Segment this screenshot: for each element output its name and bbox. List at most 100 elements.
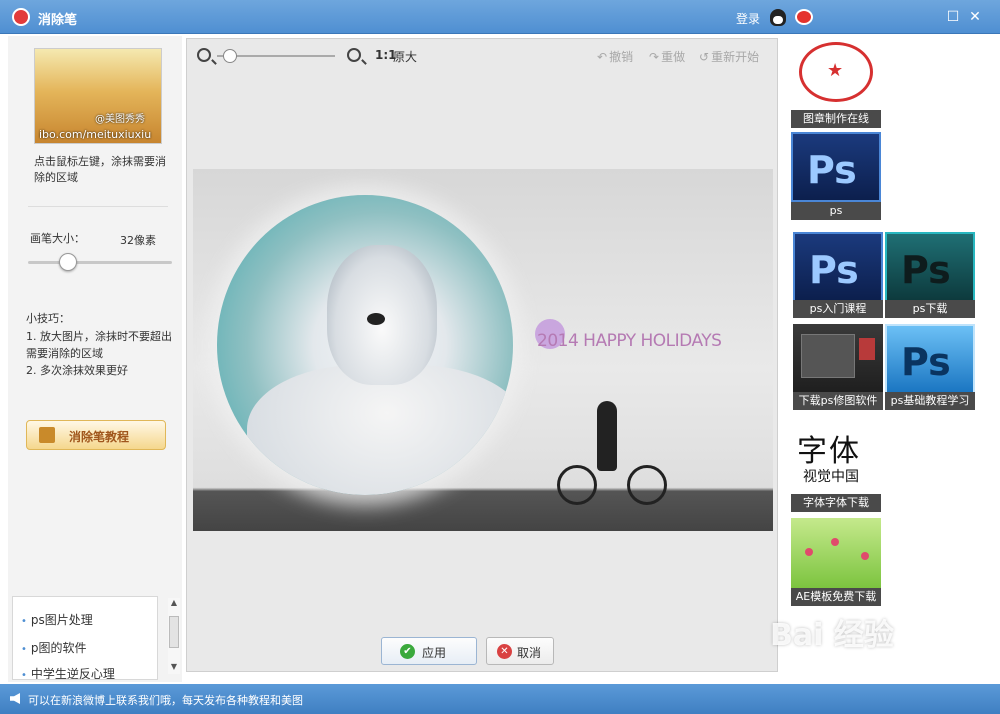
ps-logo-text: Ps bbox=[809, 248, 859, 292]
redo-icon: ↷ bbox=[649, 50, 660, 64]
tile-caption: AE模板免费下载 bbox=[791, 588, 881, 606]
maximize-icon: ☐ bbox=[946, 9, 960, 25]
holiday-text: 2014 HAPPY HOLIDAYS bbox=[537, 331, 722, 351]
tip-item: 2. 多次涂抹效果更好 bbox=[26, 364, 128, 377]
tile-ps-intro-course[interactable]: Ps ps入门课程 bbox=[793, 232, 883, 318]
apply-label: 应用 bbox=[422, 646, 447, 660]
editor-area: 1:1 原大 ↶ 撤销 ↷ 重做 ↺ 重新开始 2014 HAPPY HOLIDAYS… bbox=[186, 38, 778, 672]
ps-logo-text: Ps bbox=[901, 248, 951, 292]
divider bbox=[28, 206, 168, 207]
related-link[interactable]: p图的软件 bbox=[21, 639, 87, 656]
brush-size-label: 画笔大小： bbox=[30, 232, 85, 245]
recommendation-panel: ★ 图章制作在线 Ps ps Ps ps入门课程 Ps ps下载 下载ps修图软… bbox=[787, 36, 979, 682]
close-icon: ✕ bbox=[969, 9, 981, 25]
tile-caption: ps下载 bbox=[885, 300, 975, 318]
scrollbar-thumb[interactable] bbox=[169, 616, 179, 648]
font-sample-subtext: 视觉中国 bbox=[803, 469, 859, 485]
ae-template-thumbnail bbox=[791, 518, 881, 588]
tile-caption: ps基础教程学习 bbox=[885, 392, 975, 410]
preview-thumbnail: @美图秀秀 ibo.com/meituxiuxiu bbox=[34, 48, 162, 144]
usage-hint: 点击鼠标左键，涂抹需要消除的区域 bbox=[34, 155, 166, 184]
font-sample-text: 字体 bbox=[797, 434, 861, 469]
undo-label: 撤销 bbox=[609, 50, 634, 64]
tile-caption: 字体字体下载 bbox=[791, 494, 881, 512]
left-panel: @美图秀秀 ibo.com/meituxiuxiu 点击鼠标左键，涂抹需要消除的… bbox=[8, 36, 182, 682]
login-link[interactable]: 登录 bbox=[736, 10, 760, 27]
scroll-up-icon[interactable]: ▲ bbox=[168, 598, 180, 607]
reset-icon: ↺ bbox=[699, 50, 710, 64]
related-link[interactable]: ps图片处理 bbox=[21, 611, 93, 628]
tile-caption: 图章制作在线 bbox=[791, 110, 881, 128]
check-icon: ✔ bbox=[400, 644, 415, 659]
links-scrollbar[interactable]: ▲ ▼ bbox=[168, 598, 180, 674]
tip-item: 1. 放大图片，涂抹时不要超出需要消除的区域 bbox=[26, 330, 172, 360]
flower-icon bbox=[831, 538, 839, 546]
bike-wheel bbox=[557, 465, 597, 505]
cancel-label: 取消 bbox=[517, 646, 542, 660]
font-sample-thumbnail: 字体 视觉中国 bbox=[791, 424, 881, 494]
undo-button[interactable]: ↶ 撤销 bbox=[597, 48, 633, 65]
tile-ae-template[interactable]: AE模板免费下载 bbox=[791, 518, 881, 606]
ps-logo-text: Ps bbox=[807, 148, 857, 192]
tips-list: 1. 放大图片，涂抹时不要超出需要消除的区域 2. 多次涂抹效果更好 bbox=[26, 328, 176, 379]
baidu-watermark: Bai 经验 bbox=[770, 618, 894, 653]
software-color-swatch bbox=[859, 338, 875, 360]
thumbnail-watermark-handle: @美图秀秀 bbox=[95, 114, 145, 125]
tile-caption: 下载ps修图软件 bbox=[793, 392, 883, 410]
close-button[interactable]: ✕ bbox=[966, 8, 984, 26]
thumbnail-watermark-url: ibo.com/meituxiuxiu bbox=[39, 128, 152, 141]
zoom-slider-knob[interactable] bbox=[223, 49, 237, 63]
qq-icon[interactable] bbox=[770, 9, 786, 26]
cyclist-silhouette bbox=[557, 401, 669, 511]
ps-logo-thumbnail: Ps bbox=[885, 324, 975, 394]
eraser-tutorial-label: 消除笔教程 bbox=[69, 430, 130, 444]
maximize-button[interactable]: ☐ bbox=[944, 8, 962, 26]
ps-logo-thumbnail: Ps bbox=[793, 232, 883, 302]
tile-download-ps-software[interactable]: 下载ps修图软件 bbox=[793, 324, 883, 410]
stamp-thumbnail: ★ bbox=[791, 40, 881, 110]
tile-caption: ps入门课程 bbox=[793, 300, 883, 318]
redo-button[interactable]: ↷ 重做 bbox=[649, 48, 685, 65]
app-logo-icon bbox=[12, 8, 30, 26]
speaker-icon bbox=[10, 693, 20, 704]
tips-title: 小技巧： bbox=[26, 312, 70, 325]
cancel-button[interactable]: ✕ 取消 bbox=[486, 637, 554, 665]
ps-logo-thumbnail: Ps bbox=[885, 232, 975, 302]
undo-icon: ↶ bbox=[597, 50, 608, 64]
reset-label: 重新开始 bbox=[711, 50, 760, 64]
status-bar: 可以在新浪微博上联系我们哦，每天发布各种教程和美图 bbox=[0, 684, 1000, 714]
related-links-list: ps图片处理 p图的软件 中学生逆反心理 bbox=[12, 596, 158, 680]
software-screenshot-thumbnail bbox=[793, 324, 883, 394]
title-bar: 消除笔 登录 ☐ ✕ bbox=[0, 0, 1000, 34]
tile-ps-download[interactable]: Ps ps下载 bbox=[885, 232, 975, 318]
software-panel bbox=[801, 334, 855, 378]
ps-logo-text: Ps bbox=[901, 340, 951, 384]
weibo-icon[interactable] bbox=[795, 9, 813, 25]
tile-font-download[interactable]: 字体 视觉中国 字体字体下载 bbox=[791, 424, 881, 512]
zoom-out-icon[interactable] bbox=[197, 48, 211, 62]
reset-button[interactable]: ↺ 重新开始 bbox=[699, 48, 759, 65]
window-title: 消除笔 bbox=[38, 13, 78, 28]
eraser-tutorial-button[interactable]: 消除笔教程 bbox=[26, 420, 166, 450]
tile-ps[interactable]: Ps ps bbox=[791, 132, 881, 220]
husky-photo-circle bbox=[217, 195, 513, 495]
flower-icon bbox=[861, 552, 869, 560]
brush-size-value: 32像素 bbox=[120, 234, 156, 247]
status-message[interactable]: 可以在新浪微博上联系我们哦，每天发布各种教程和美图 bbox=[28, 692, 303, 708]
dog-nose bbox=[367, 313, 385, 325]
tile-stamp-online[interactable]: ★ 图章制作在线 bbox=[791, 40, 881, 128]
image-canvas[interactable]: 2014 HAPPY HOLIDAYS bbox=[193, 169, 773, 531]
actual-size-button[interactable]: 原大 bbox=[393, 48, 417, 65]
related-link[interactable]: 中学生逆反心理 bbox=[21, 665, 115, 679]
bike-wheel bbox=[627, 465, 667, 505]
cancel-x-icon: ✕ bbox=[497, 644, 512, 659]
apply-button[interactable]: ✔ 应用 bbox=[381, 637, 477, 665]
scroll-down-icon[interactable]: ▼ bbox=[168, 662, 180, 671]
brush-size-slider[interactable] bbox=[28, 261, 172, 264]
tile-ps-basics-tutorial[interactable]: Ps ps基础教程学习 bbox=[885, 324, 975, 410]
redo-label: 重做 bbox=[661, 50, 686, 64]
book-icon bbox=[39, 427, 55, 443]
ps-logo-thumbnail: Ps bbox=[791, 132, 881, 202]
brush-size-slider-knob[interactable] bbox=[59, 253, 78, 271]
zoom-in-icon[interactable] bbox=[347, 48, 361, 62]
